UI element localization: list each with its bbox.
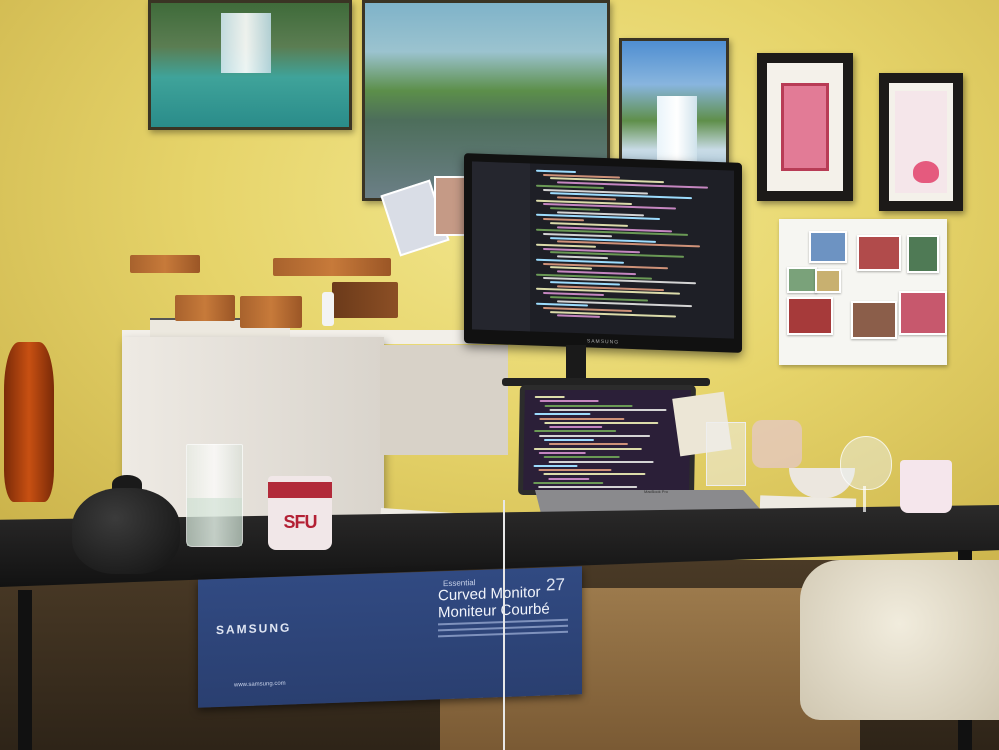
pink-heart-mug [900, 460, 952, 513]
pen-holder-glass [706, 422, 746, 486]
bedding [800, 560, 999, 720]
charging-cable [503, 500, 515, 750]
code-line [538, 486, 638, 489]
framed-mom-picture [757, 53, 853, 201]
board-photo [851, 301, 897, 339]
small-bottle [322, 292, 334, 326]
board-photo [857, 235, 901, 271]
waterfall-painting [148, 0, 352, 130]
macbook-laptop [518, 385, 696, 495]
orange-glass-vase [4, 342, 54, 502]
code-line [536, 169, 576, 174]
code-line [544, 421, 659, 424]
code-line [549, 426, 603, 429]
board-photo [899, 291, 947, 335]
water-glass [186, 444, 243, 547]
code-line [550, 266, 592, 270]
painted-waterfall [221, 13, 271, 73]
code-line [538, 451, 586, 454]
code-line [548, 477, 590, 480]
code-line [549, 408, 667, 411]
wooden-box [240, 296, 302, 328]
code-line [543, 217, 584, 222]
plastic-bag [752, 420, 802, 468]
code-line [543, 456, 620, 459]
box-size-text: 27 [546, 574, 565, 595]
code-line [539, 434, 651, 437]
cabinet-side [380, 345, 508, 455]
wine-glass [840, 436, 892, 490]
monitor-stand [566, 345, 586, 381]
box-moniteur-text: Moniteur Courbé [438, 600, 550, 622]
code-line [539, 417, 625, 420]
wooden-box [175, 295, 235, 321]
samsung-monitor: SAMSUNG [464, 153, 742, 353]
code-line [533, 447, 642, 450]
water [187, 498, 242, 546]
file-explorer-sidebar [472, 161, 530, 332]
code-line [548, 443, 628, 446]
code-line [533, 482, 604, 484]
white-storage-cabinet [122, 337, 384, 517]
laptop-code-screen [523, 390, 691, 490]
code-line [544, 404, 633, 407]
framed-heart-drawing [879, 73, 963, 211]
board-photo [787, 267, 817, 293]
board-photo [787, 297, 833, 335]
code-line [557, 314, 600, 319]
code-line [533, 464, 578, 467]
pink-card [781, 83, 829, 171]
mug-text: SFU [283, 512, 318, 532]
heart-drawing [913, 161, 939, 183]
sfu-mug: SFU [268, 476, 332, 550]
code-line [550, 207, 600, 211]
board-photo [907, 235, 939, 273]
photo-board [779, 219, 947, 365]
mug-band [268, 482, 332, 498]
code-line [534, 396, 565, 398]
black-teapot [72, 488, 180, 574]
box-brand: SAMSUNG [216, 620, 292, 638]
desk-leg [18, 590, 32, 750]
carved-wooden-box [332, 282, 398, 318]
box-url: www.samsung.com [234, 680, 286, 689]
code-line [538, 469, 612, 472]
code-line [543, 473, 646, 476]
wooden-folding-toy [273, 258, 391, 276]
wine-glass-stem [863, 486, 866, 512]
code-line [534, 430, 617, 433]
wooden-folding-toy [130, 255, 200, 273]
samsung-monitor-box: SAMSUNG Essential Curved Monitor Moniteu… [198, 566, 582, 708]
code-line [534, 413, 591, 416]
board-photo [809, 231, 847, 263]
code-line [539, 400, 599, 403]
board-photo [815, 269, 841, 293]
code-editor-screen [472, 161, 734, 339]
code-line [543, 439, 595, 441]
code-line [548, 460, 654, 463]
